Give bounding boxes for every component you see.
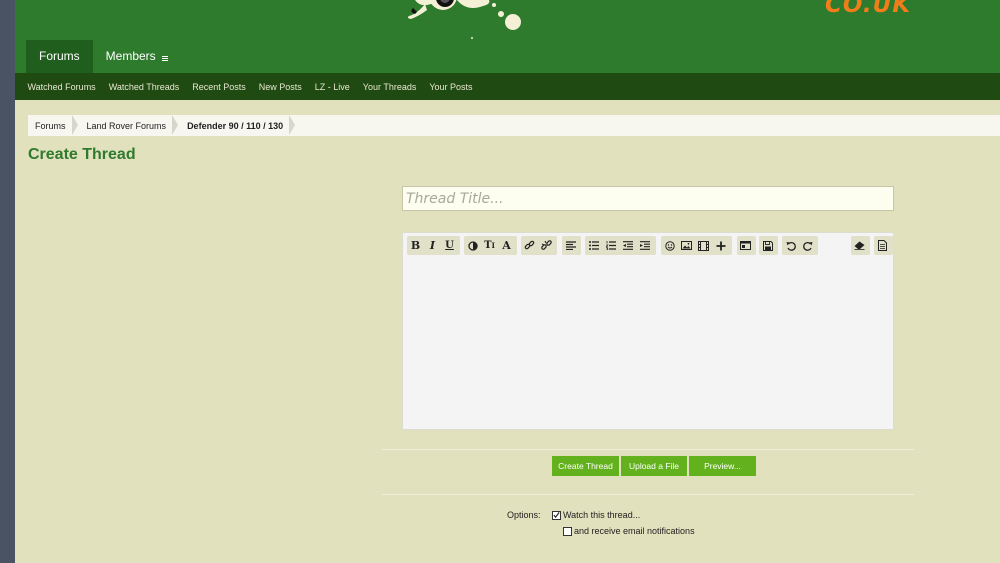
subnav-recent-posts[interactable]: Recent Posts bbox=[186, 82, 253, 92]
breadcrumb-item-defender[interactable]: Defender 90 / 110 / 130 bbox=[180, 115, 297, 136]
insert-icon[interactable] bbox=[712, 236, 729, 255]
breadcrumb-item-forums[interactable]: Forums bbox=[28, 115, 80, 136]
subnav-your-threads[interactable]: Your Threads bbox=[356, 82, 423, 92]
underline-icon[interactable]: U bbox=[441, 236, 458, 255]
email-notifications-label: and receive email notifications bbox=[574, 526, 695, 536]
link-icon[interactable] bbox=[521, 236, 538, 255]
subnav-new-posts[interactable]: New Posts bbox=[252, 82, 308, 92]
main-nav: Forums Members bbox=[26, 40, 181, 73]
toolbar-group-text-style: B I U bbox=[407, 236, 460, 255]
toolbar-group-code bbox=[737, 236, 756, 255]
toolbar-group-history bbox=[782, 236, 818, 255]
code-icon[interactable] bbox=[737, 236, 754, 255]
subnav-lz-live[interactable]: LZ - Live bbox=[308, 82, 356, 92]
save-draft-icon[interactable] bbox=[759, 236, 776, 255]
media-icon[interactable] bbox=[695, 236, 712, 255]
toolbar-group-draft bbox=[759, 236, 778, 255]
align-icon[interactable] bbox=[562, 236, 579, 255]
nav-tab-forums[interactable]: Forums bbox=[26, 40, 93, 73]
checkmark-icon bbox=[553, 512, 560, 519]
email-notifications-checkbox[interactable] bbox=[563, 526, 572, 536]
nav-tab-label: Members bbox=[105, 49, 156, 63]
divider bbox=[382, 449, 914, 450]
toggle-source-icon[interactable] bbox=[874, 236, 891, 255]
email-notifications-option[interactable]: and receive email notifications bbox=[563, 526, 695, 536]
subnav-watched-forums[interactable]: Watched Forums bbox=[21, 82, 102, 92]
image-icon[interactable] bbox=[678, 236, 695, 255]
toolbar-group-source bbox=[874, 236, 893, 255]
remove-format-icon[interactable] bbox=[851, 236, 868, 255]
smilie-icon[interactable] bbox=[661, 236, 678, 255]
bullet-list-icon[interactable] bbox=[585, 236, 602, 255]
breadcrumb-item-land-rover-forums[interactable]: Land Rover Forums bbox=[80, 115, 181, 136]
brand-wordmark: CO.UK bbox=[825, 0, 912, 18]
undo-icon[interactable] bbox=[782, 236, 799, 255]
italic-icon[interactable]: I bbox=[424, 236, 441, 255]
toolbar-group-font: TI A bbox=[464, 236, 517, 255]
menu-icon[interactable] bbox=[161, 55, 168, 61]
upload-file-button[interactable]: Upload a File bbox=[621, 456, 687, 476]
preview-button[interactable]: Preview... bbox=[689, 456, 756, 476]
editor-toolbar: B I U TI A bbox=[407, 236, 893, 255]
nav-tab-label: Forums bbox=[39, 49, 80, 63]
toolbar-group-align bbox=[562, 236, 581, 255]
form-actions: Create Thread Upload a File Preview... bbox=[552, 456, 756, 476]
outdent-icon[interactable] bbox=[619, 236, 636, 255]
options-label: Options: bbox=[507, 510, 541, 520]
numbered-list-icon[interactable] bbox=[602, 236, 619, 255]
sub-nav: Watched Forums Watched Threads Recent Po… bbox=[15, 73, 1000, 100]
toolbar-group-link bbox=[521, 236, 557, 255]
logo-splash-graphic bbox=[407, 0, 521, 39]
toolbar-group-lists bbox=[585, 236, 656, 255]
breadcrumb: Forums Land Rover Forums Defender 90 / 1… bbox=[28, 115, 1000, 136]
divider bbox=[382, 494, 914, 495]
font-size-icon[interactable]: TI bbox=[481, 236, 498, 255]
nav-tab-members[interactable]: Members bbox=[93, 40, 181, 73]
toolbar-group-format bbox=[851, 236, 870, 255]
toolbar-group-insert bbox=[661, 236, 732, 255]
page-title: Create Thread bbox=[28, 146, 136, 163]
font-family-icon[interactable]: A bbox=[498, 236, 515, 255]
indent-icon[interactable] bbox=[636, 236, 653, 255]
bold-icon[interactable]: B bbox=[407, 236, 424, 255]
watch-thread-label: Watch this thread... bbox=[563, 510, 641, 520]
subnav-watched-threads[interactable]: Watched Threads bbox=[102, 82, 186, 92]
subnav-your-posts[interactable]: Your Posts bbox=[423, 82, 479, 92]
left-window-edge bbox=[0, 0, 15, 563]
watch-thread-option[interactable]: Watch this thread... bbox=[552, 510, 640, 520]
redo-icon[interactable] bbox=[799, 236, 816, 255]
unlink-icon[interactable] bbox=[538, 236, 555, 255]
watch-thread-checkbox[interactable] bbox=[552, 510, 561, 520]
message-editor[interactable]: B I U TI A bbox=[402, 232, 894, 430]
text-color-icon[interactable] bbox=[464, 236, 481, 255]
site-header: CO.UK Forums Members bbox=[15, 0, 1000, 73]
create-thread-button[interactable]: Create Thread bbox=[552, 456, 619, 476]
thread-title-input[interactable] bbox=[402, 186, 894, 211]
